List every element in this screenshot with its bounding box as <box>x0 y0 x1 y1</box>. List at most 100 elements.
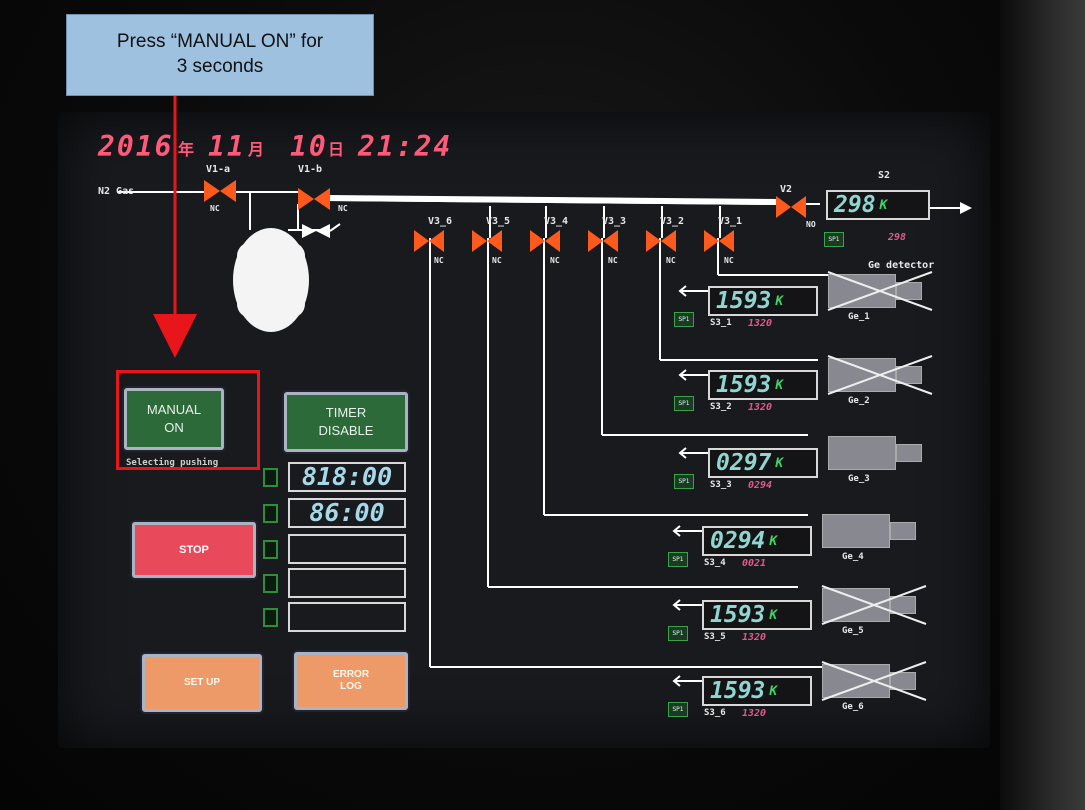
error-log-line2: LOG <box>340 681 362 692</box>
valve-v1b-state: NC <box>338 204 348 213</box>
valve-v3-3-state: NC <box>608 256 618 265</box>
valve-v3-2-icon[interactable] <box>646 230 676 252</box>
valve-v3-4-state: NC <box>550 256 560 265</box>
timer-value[interactable] <box>288 534 406 564</box>
valve-v3-6-label: V3_6 <box>428 216 453 227</box>
s2-temperature-display: 298 K <box>826 190 930 220</box>
timer-value[interactable]: 818:00 <box>288 462 406 492</box>
valve-v1a-state: NC <box>210 204 220 213</box>
valve-v3-1-icon[interactable] <box>704 230 734 252</box>
timer-checkbox[interactable] <box>263 468 278 487</box>
sensor-id: S3_1 <box>710 318 732 328</box>
timer-disable-line1: TIMER <box>325 405 367 420</box>
sensor-temperature-display: 1593 K <box>708 370 818 400</box>
timer-checkbox[interactable] <box>263 574 278 593</box>
timer-disable-line2: DISABLE <box>318 423 374 438</box>
timer-value[interactable]: 86:00 <box>288 498 406 528</box>
sensor-sp-indicator[interactable]: SP1 <box>674 312 694 327</box>
sensor-value: 1593 <box>710 678 766 704</box>
valve-v3-4-icon[interactable] <box>530 230 560 252</box>
ge-detector-label: Ge_5 <box>842 626 864 636</box>
timer-checkbox[interactable] <box>263 608 278 627</box>
sensor-value: 0294 <box>710 528 766 554</box>
return-arrow-icon <box>672 599 702 611</box>
sensor-setpoint: 1320 <box>748 318 773 329</box>
ge-detector-label: Ge_3 <box>848 474 870 484</box>
sensor-temperature-display: 0294 K <box>702 526 812 556</box>
instruction-arrow-icon <box>153 96 197 358</box>
valve-v2-icon[interactable] <box>776 196 806 218</box>
valve-v3-5-icon[interactable] <box>472 230 502 252</box>
valve-v2-state: NO <box>806 220 816 229</box>
return-arrow-icon <box>678 447 708 459</box>
s2-label: S2 <box>878 170 891 181</box>
timer-value[interactable] <box>288 568 406 598</box>
sensor-setpoint: 1320 <box>742 708 767 719</box>
valve-v1b-label: V1-b <box>298 164 323 175</box>
s2-sp-indicator[interactable]: SP1 <box>824 232 844 247</box>
sensor-temperature-display: 1593 K <box>708 286 818 316</box>
background-wall <box>1000 0 1085 810</box>
ge-detector-body[interactable] <box>828 436 896 470</box>
clock-time: 21:24 <box>358 130 453 163</box>
sensor-id: S3_4 <box>704 558 726 568</box>
sensor-id: S3_3 <box>710 480 732 490</box>
stop-button[interactable]: STOP <box>132 522 256 578</box>
return-arrow-icon <box>672 675 702 687</box>
s2-setpoint: 298 <box>888 232 907 243</box>
timer-disable-button[interactable]: TIMER DISABLE <box>284 392 408 452</box>
sensor-setpoint: 1320 <box>748 402 773 413</box>
sensor-unit: K <box>769 607 778 623</box>
ge-detector-label: Ge_2 <box>848 396 870 406</box>
valve-v3-1-state: NC <box>724 256 734 265</box>
date-month: 11 <box>208 130 246 163</box>
sensor-value: 1593 <box>710 602 766 628</box>
timer-checkbox[interactable] <box>263 504 278 523</box>
sensor-id: S3_2 <box>710 402 732 412</box>
return-arrow-icon <box>678 369 708 381</box>
sensor-temperature-display: 1593 K <box>702 676 812 706</box>
timer-value[interactable] <box>288 602 406 632</box>
callout-line2: 3 seconds <box>176 56 264 77</box>
s2-value: 298 <box>834 192 876 218</box>
valve-v3-4-label: V3_4 <box>544 216 569 227</box>
sensor-value: 1593 <box>716 372 772 398</box>
ge-detector-label: Ge_1 <box>848 312 870 322</box>
sensor-value: 0297 <box>716 450 772 476</box>
sensor-sp-indicator[interactable]: SP1 <box>668 626 688 641</box>
timer-checkbox[interactable] <box>263 540 278 559</box>
ge-detector-body[interactable] <box>822 514 890 548</box>
date-day-kanji: 日 <box>328 140 347 159</box>
return-arrow-icon <box>672 525 702 537</box>
error-log-button[interactable]: ERROR LOG <box>294 652 408 710</box>
sensor-sp-indicator[interactable]: SP1 <box>674 474 694 489</box>
valve-v1b-icon[interactable] <box>298 188 330 210</box>
ge-detector-label: Ge_6 <box>842 702 864 712</box>
detector-disabled-cross-icon <box>827 355 933 395</box>
sensor-sp-indicator[interactable]: SP1 <box>668 702 688 717</box>
sensor-id: S3_6 <box>704 708 726 718</box>
detector-disabled-cross-icon <box>821 661 927 701</box>
sensor-id: S3_5 <box>704 632 726 642</box>
sensor-unit: K <box>775 455 784 471</box>
instruction-callout: Press “MANUAL ON” for 3 seconds <box>66 14 374 96</box>
sensor-sp-indicator[interactable]: SP1 <box>668 552 688 567</box>
valve-v1a-label: V1-a <box>206 164 231 175</box>
valve-v3-2-label: V3_2 <box>660 216 685 227</box>
sensor-unit: K <box>775 377 784 393</box>
sensor-sp-indicator[interactable]: SP1 <box>674 396 694 411</box>
ge-detector-label: Ge_4 <box>842 552 864 562</box>
detector-disabled-cross-icon <box>827 271 933 311</box>
valve-v1a-icon[interactable] <box>204 180 236 202</box>
setup-button[interactable]: SET UP <box>142 654 262 712</box>
valve-v3-3-icon[interactable] <box>588 230 618 252</box>
valve-v3-1-label: V3_1 <box>718 216 743 227</box>
date-month-kanji: 月 <box>248 140 267 159</box>
valve-v3-6-state: NC <box>434 256 444 265</box>
ge-detector-endcap <box>896 444 922 462</box>
valve-v3-6-icon[interactable] <box>414 230 444 252</box>
return-arrow-icon <box>678 285 708 297</box>
date-day: 10 <box>290 130 328 163</box>
vent-valve-icon <box>302 223 341 238</box>
valve-v3-3-label: V3_3 <box>602 216 627 227</box>
